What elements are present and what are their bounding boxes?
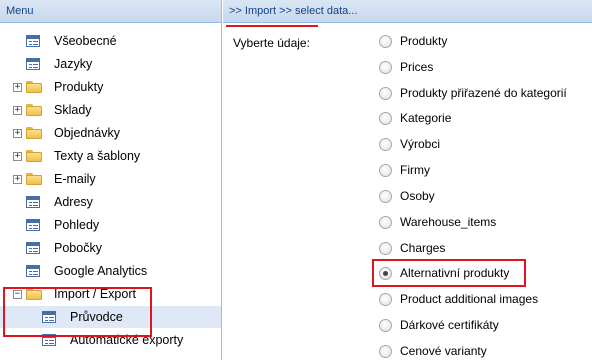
expand-icon[interactable]: + [13, 151, 22, 161]
folder-icon [26, 127, 42, 139]
radio-button[interactable] [379, 292, 392, 306]
menu-panel: Menu Všeobecné Jazyky + Produkty + Sklady + Obj… [0, 0, 222, 360]
breadcrumb-underline [226, 25, 318, 27]
page-icon [26, 219, 40, 231]
option-label[interactable]: Warehouse_items [400, 215, 496, 229]
option-label[interactable]: Charges [400, 241, 445, 255]
menu-item-sklady[interactable]: + Sklady [0, 99, 221, 121]
select-data-label: Vyberte údaje: [233, 36, 310, 50]
menu-item-label: E-maily [54, 172, 96, 186]
page-icon [26, 58, 40, 70]
expand-icon[interactable]: + [13, 174, 22, 184]
menu-item-adresy[interactable]: Adresy [0, 191, 221, 213]
expand-icon[interactable]: + [13, 105, 22, 115]
option-label[interactable]: Prices [400, 60, 433, 74]
option-darkove-certifikaty[interactable]: Dárkové certifikáty [379, 315, 499, 335]
page-icon [26, 265, 40, 277]
option-label[interactable]: Firmy [400, 163, 430, 177]
option-produkty[interactable]: Produkty [379, 31, 447, 51]
radio-button[interactable] [379, 163, 392, 177]
radio-button[interactable] [379, 60, 392, 74]
expand-icon[interactable]: + [13, 128, 22, 138]
menu-item-label: Texty a šablony [54, 149, 141, 163]
option-charges[interactable]: Charges [379, 238, 445, 258]
option-kategorie[interactable]: Kategorie [379, 108, 451, 128]
menu-item-e-maily[interactable]: + E-maily [0, 168, 221, 190]
menu-item-label: Sklady [54, 103, 92, 117]
option-warehouse-items[interactable]: Warehouse_items [379, 212, 496, 232]
menu-item-pobocky[interactable]: Pobočky [0, 237, 221, 259]
menu-item-label: Produkty [54, 80, 104, 94]
radio-button[interactable] [379, 137, 392, 151]
menu-header: Menu [0, 0, 221, 23]
menu-item-label: Adresy [54, 195, 93, 209]
highlight-box-option [372, 259, 526, 287]
menu-item-vseobecne[interactable]: Všeobecné [0, 30, 221, 52]
breadcrumb: >> Import >> select data... [223, 0, 592, 23]
import-panel: >> Import >> select data... Vyberte údaj… [223, 0, 592, 360]
page-icon [26, 35, 40, 47]
radio-button[interactable] [379, 318, 392, 332]
menu-item-texty-a-sablony[interactable]: + Texty a šablony [0, 145, 221, 167]
option-label[interactable]: Kategorie [400, 111, 451, 125]
menu-item-label: Pohledy [54, 218, 100, 232]
page-icon [26, 196, 40, 208]
menu-item-google-analytics[interactable]: Google Analytics [0, 260, 221, 282]
option-vyrobci[interactable]: Výrobci [379, 134, 440, 154]
radio-button[interactable] [379, 34, 392, 48]
highlight-box-menu [3, 287, 152, 337]
menu-item-label: Jazyky [54, 57, 93, 71]
radio-button[interactable] [379, 111, 392, 125]
menu-item-label: Všeobecné [54, 34, 117, 48]
option-label[interactable]: Výrobci [400, 137, 440, 151]
option-label[interactable]: Produkty přiřazené do kategorií [400, 86, 567, 100]
option-label[interactable]: Osoby [400, 189, 435, 203]
option-cenove-varianty[interactable]: Cenové varianty [379, 341, 487, 360]
option-label[interactable]: Cenové varianty [400, 344, 487, 358]
radio-button[interactable] [379, 86, 392, 100]
menu-item-jazyky[interactable]: Jazyky [0, 53, 221, 75]
menu-item-objednavky[interactable]: + Objednávky [0, 122, 221, 144]
option-label[interactable]: Dárkové certifikáty [400, 318, 499, 332]
folder-icon [26, 150, 42, 162]
option-label[interactable]: Produkty [400, 34, 447, 48]
menu-item-label: Google Analytics [54, 264, 148, 278]
expand-icon[interactable]: + [13, 82, 22, 92]
option-prices[interactable]: Prices [379, 57, 433, 77]
menu-item-label: Pobočky [54, 241, 102, 255]
option-label[interactable]: Product additional images [400, 292, 538, 306]
menu-item-produkty[interactable]: + Produkty [0, 76, 221, 98]
option-product-additional-images[interactable]: Product additional images [379, 289, 538, 309]
option-firmy[interactable]: Firmy [379, 160, 430, 180]
radio-button[interactable] [379, 189, 392, 203]
menu-item-label: Objednávky [54, 126, 121, 140]
page-icon [26, 242, 40, 254]
radio-button[interactable] [379, 241, 392, 255]
option-osoby[interactable]: Osoby [379, 186, 435, 206]
menu-item-pohledy[interactable]: Pohledy [0, 214, 221, 236]
folder-icon [26, 81, 42, 93]
radio-button[interactable] [379, 344, 392, 358]
option-produkty-prirazene-do-kategorii[interactable]: Produkty přiřazené do kategorií [379, 83, 567, 103]
folder-icon [26, 173, 42, 185]
radio-button[interactable] [379, 215, 392, 229]
folder-icon [26, 104, 42, 116]
